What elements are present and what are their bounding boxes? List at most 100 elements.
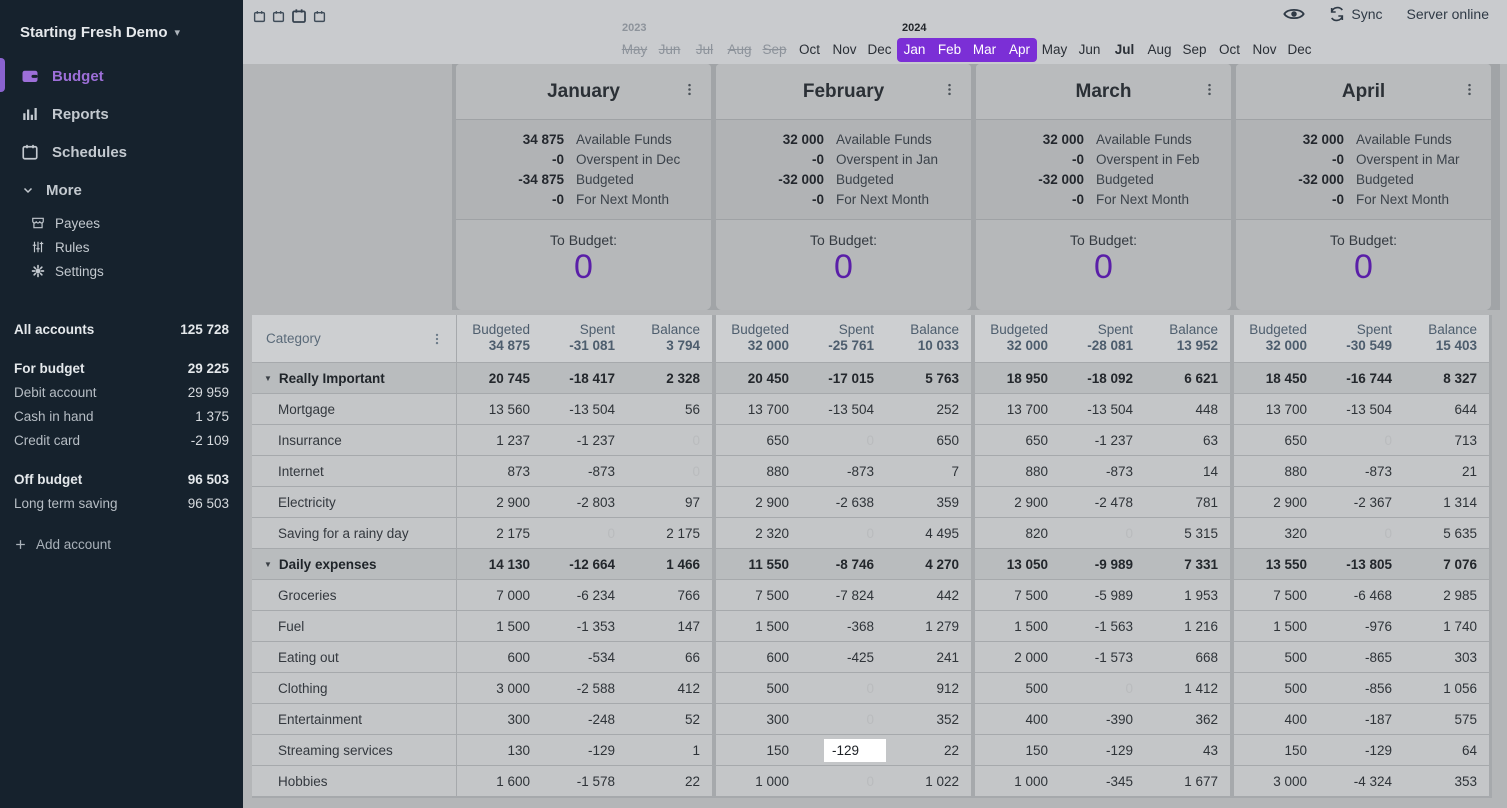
amount-cell[interactable]: -534 (542, 642, 627, 672)
add-account-button[interactable]: Add account (0, 537, 243, 552)
months-view-button-3[interactable] (291, 8, 307, 24)
timeline-month-jul[interactable]: Jul (1107, 38, 1142, 62)
amount-cell[interactable]: -425 (801, 642, 886, 672)
month-menu-button[interactable] (1202, 82, 1217, 102)
amount-cell[interactable]: 300 (716, 704, 801, 734)
amount-cell[interactable]: 500 (975, 673, 1060, 703)
amount-cell[interactable]: 7 076 (1404, 549, 1489, 579)
amount-cell[interactable]: 0 (1319, 518, 1404, 548)
amount-cell[interactable]: 1 466 (627, 549, 712, 579)
amount-cell[interactable]: 5 763 (886, 363, 971, 393)
amount-cell[interactable]: 13 700 (716, 394, 801, 424)
category-name[interactable]: Insurrance (252, 425, 456, 455)
amount-cell[interactable]: 500 (716, 673, 801, 703)
timeline-month-jun[interactable]: Jun (652, 38, 687, 62)
amount-cell[interactable]: 2 328 (627, 363, 712, 393)
amount-cell[interactable]: 241 (886, 642, 971, 672)
amount-cell[interactable]: 52 (627, 704, 712, 734)
amount-cell[interactable]: 400 (1234, 704, 1319, 734)
category-name[interactable]: Streaming services (252, 735, 456, 765)
amount-cell[interactable]: -13 504 (1060, 394, 1145, 424)
timeline-month-oct[interactable]: Oct (792, 38, 827, 62)
amount-cell[interactable]: 2 900 (1234, 487, 1319, 517)
account-group-header[interactable]: Off budget 96 503 (0, 467, 243, 491)
column-header-budgeted[interactable]: Budgeted 32 000 (1234, 315, 1319, 362)
amount-cell[interactable]: 766 (627, 580, 712, 610)
amount-cell[interactable]: -865 (1319, 642, 1404, 672)
timeline-month-aug[interactable]: Aug (1142, 38, 1177, 62)
sync-button[interactable]: Sync (1329, 6, 1382, 22)
amount-cell[interactable]: 0 (801, 766, 886, 796)
amount-cell[interactable]: -873 (801, 456, 886, 486)
category-name[interactable]: Clothing (252, 673, 456, 703)
amount-cell[interactable]: 7 500 (716, 580, 801, 610)
category-group-toggle[interactable]: ▼ Really Important (252, 363, 456, 393)
amount-cell[interactable]: 650 (1234, 425, 1319, 455)
amount-cell[interactable]: 6 621 (1145, 363, 1230, 393)
amount-cell[interactable]: 97 (627, 487, 712, 517)
category-name[interactable]: Eating out (252, 642, 456, 672)
category-name[interactable]: Entertainment (252, 704, 456, 734)
amount-cell[interactable]: 352 (886, 704, 971, 734)
amount-cell[interactable]: 20 450 (716, 363, 801, 393)
amount-cell[interactable]: -16 744 (1319, 363, 1404, 393)
amount-cell[interactable]: 150 (716, 735, 801, 765)
amount-cell[interactable]: 880 (975, 456, 1060, 486)
amount-cell[interactable]: 412 (627, 673, 712, 703)
amount-cell[interactable]: 18 950 (975, 363, 1060, 393)
amount-cell[interactable]: 1 000 (716, 766, 801, 796)
amount-cell[interactable]: 66 (627, 642, 712, 672)
category-menu-button[interactable] (430, 332, 444, 346)
amount-cell[interactable]: 600 (716, 642, 801, 672)
account-group-header[interactable]: For budget 29 225 (0, 356, 243, 380)
amount-cell[interactable]: -873 (1060, 456, 1145, 486)
amount-cell[interactable]: 1 740 (1404, 611, 1489, 641)
amount-cell[interactable]: 3 000 (457, 673, 542, 703)
timeline-month-sep[interactable]: Sep (757, 38, 792, 62)
amount-cell[interactable]: -1 237 (542, 425, 627, 455)
amount-cell[interactable]: 63 (1145, 425, 1230, 455)
amount-cell[interactable]: 912 (886, 673, 971, 703)
amount-cell[interactable]: 4 495 (886, 518, 971, 548)
amount-cell[interactable]: 448 (1145, 394, 1230, 424)
amount-cell[interactable]: -12 664 (542, 549, 627, 579)
amount-cell[interactable]: -129 (1319, 735, 1404, 765)
amount-cell[interactable]: 1 237 (457, 425, 542, 455)
timeline-month-dec[interactable]: Dec (862, 38, 897, 62)
amount-cell[interactable]: 1 500 (975, 611, 1060, 641)
timeline-month-nov[interactable]: Nov (827, 38, 862, 62)
privacy-toggle-button[interactable] (1283, 6, 1305, 22)
amount-cell[interactable]: 644 (1404, 394, 1489, 424)
amount-cell[interactable]: -1 353 (542, 611, 627, 641)
amount-cell[interactable]: 5 635 (1404, 518, 1489, 548)
amount-cell[interactable]: 650 (886, 425, 971, 455)
amount-cell[interactable]: -1 578 (542, 766, 627, 796)
amount-cell[interactable]: 2 320 (716, 518, 801, 548)
amount-cell[interactable]: 2 000 (975, 642, 1060, 672)
amount-cell[interactable]: 0 (627, 456, 712, 486)
amount-cell[interactable]: -2 478 (1060, 487, 1145, 517)
column-header-spent[interactable]: Spent -28 081 (1060, 315, 1145, 362)
months-view-button-2[interactable] (272, 10, 285, 23)
amount-cell[interactable]: 1 953 (1145, 580, 1230, 610)
amount-cell[interactable]: 3 000 (1234, 766, 1319, 796)
amount-cell[interactable]: 2 175 (627, 518, 712, 548)
amount-cell[interactable]: 13 050 (975, 549, 1060, 579)
category-name[interactable]: Saving for a rainy day (252, 518, 456, 548)
timeline-month-oct[interactable]: Oct (1212, 38, 1247, 62)
amount-cell[interactable]: 7 331 (1145, 549, 1230, 579)
category-name[interactable]: Groceries (252, 580, 456, 610)
amount-cell[interactable]: 22 (886, 735, 971, 765)
amount-cell[interactable]: -976 (1319, 611, 1404, 641)
column-header-budgeted[interactable]: Budgeted 32 000 (975, 315, 1060, 362)
months-view-button-4[interactable] (313, 10, 326, 23)
amount-cell[interactable]: -873 (542, 456, 627, 486)
amount-cell[interactable]: -129 (542, 735, 627, 765)
amount-cell[interactable]: -368 (801, 611, 886, 641)
amount-cell[interactable]: -4 324 (1319, 766, 1404, 796)
column-header-budgeted[interactable]: Budgeted 32 000 (716, 315, 801, 362)
amount-cell[interactable]: -390 (1060, 704, 1145, 734)
amount-cell[interactable]: 1 500 (716, 611, 801, 641)
amount-cell[interactable]: -13 504 (1319, 394, 1404, 424)
amount-cell[interactable]: 130 (457, 735, 542, 765)
